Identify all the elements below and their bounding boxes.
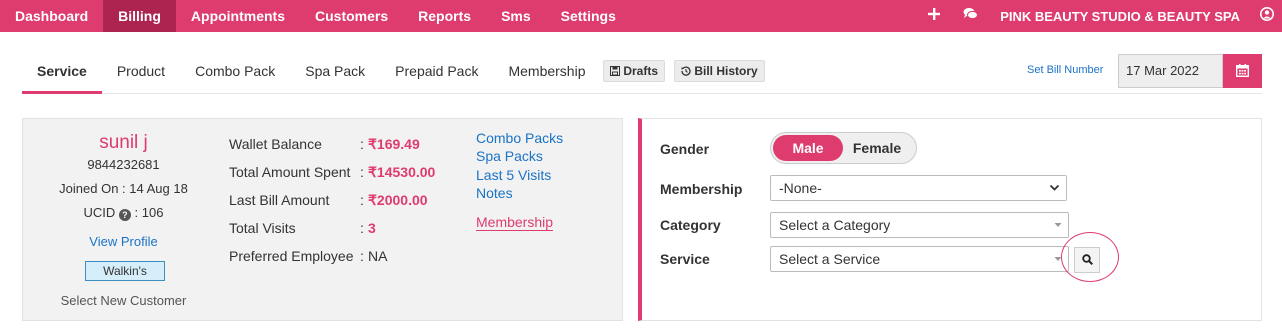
total-spent-value: ₹14530.00: [368, 164, 435, 181]
rupee-symbol: ₹: [368, 164, 377, 180]
nav-reports[interactable]: Reports: [403, 0, 486, 32]
view-profile-link[interactable]: View Profile: [23, 234, 224, 249]
user-icon[interactable]: [1252, 6, 1282, 26]
customer-phone: 9844232681: [87, 157, 160, 172]
service-select[interactable]: Select a Service: [770, 246, 1069, 272]
save-icon: [610, 62, 620, 82]
category-label: Category: [660, 217, 721, 233]
gender-label: Gender: [660, 141, 710, 157]
membership-select[interactable]: -None-: [770, 175, 1067, 201]
colon: :: [360, 136, 364, 152]
last-visits-link[interactable]: Last 5 Visits: [476, 167, 551, 183]
last-bill-amount: 2000.00: [376, 192, 428, 208]
nav-dashboard[interactable]: Dashboard: [0, 0, 103, 32]
tab-service[interactable]: Service: [22, 50, 102, 94]
select-new-customer-link[interactable]: Select New Customer: [23, 293, 224, 308]
highlight-ring: [1061, 232, 1119, 282]
nav-customers[interactable]: Customers: [300, 0, 403, 32]
set-bill-number-link[interactable]: Set Bill Number: [1027, 64, 1103, 76]
gender-toggle: Male Female: [770, 132, 917, 164]
category-select[interactable]: Select a Category: [770, 212, 1069, 238]
total-visits-label: Total Visits: [229, 220, 296, 236]
category-placeholder: Select a Category: [779, 217, 891, 233]
nav-right: PINK BEAUTY STUDIO & BEAUTY SPA: [916, 0, 1282, 32]
membership-selected-value: -None-: [779, 180, 822, 196]
tab-spa-pack[interactable]: Spa Pack: [290, 50, 380, 92]
drafts-label: Drafts: [623, 64, 659, 78]
customer-joined: Joined On : 14 Aug 18: [59, 181, 188, 196]
tab-prepaid-pack[interactable]: Prepaid Pack: [380, 50, 493, 92]
membership-link[interactable]: Membership: [476, 214, 554, 231]
wallet-balance-label: Wallet Balance: [229, 136, 322, 152]
colon: :: [360, 192, 364, 208]
customer-tag-badge: Walkin's: [85, 261, 165, 281]
caret-down-icon: [1054, 213, 1062, 247]
history-icon: [681, 62, 691, 82]
wallet-amount: 169.49: [376, 136, 420, 152]
last-bill-label: Last Bill Amount: [229, 192, 330, 208]
bill-date-field[interactable]: 17 Mar 2022: [1118, 54, 1223, 88]
preferred-employee-label: Preferred Employee: [229, 248, 354, 264]
rupee-symbol: ₹: [368, 136, 377, 152]
combo-packs-link[interactable]: Combo Packs: [476, 130, 563, 146]
ucid-label: UCID: [83, 205, 116, 220]
rupee-symbol: ₹: [368, 192, 377, 208]
tab-product[interactable]: Product: [102, 50, 180, 92]
service-placeholder: Select a Service: [779, 251, 881, 267]
salon-name[interactable]: PINK BEAUTY STUDIO & BEAUTY SPA: [988, 9, 1252, 24]
customer-panel: sunil j 9844232681 Joined On : 14 Aug 18…: [22, 118, 623, 321]
nav-settings[interactable]: Settings: [546, 0, 631, 32]
preferred-employee-value: NA: [368, 248, 388, 264]
bill-history-label: Bill History: [694, 64, 758, 78]
plus-icon[interactable]: [916, 7, 952, 25]
calendar-icon: [1235, 55, 1250, 89]
calendar-button[interactable]: [1223, 54, 1262, 88]
colon: :: [360, 220, 364, 236]
ucid-value: : 106: [134, 205, 164, 220]
gender-male-option[interactable]: Male: [773, 135, 843, 161]
service-label: Service: [660, 251, 710, 267]
spa-packs-link[interactable]: Spa Packs: [476, 148, 543, 164]
customer-name: sunil j: [99, 132, 148, 153]
last-bill-value: ₹2000.00: [368, 192, 428, 209]
top-nav: Dashboard Billing Appointments Customers…: [0, 0, 1282, 32]
total-visits-value: 3: [368, 220, 376, 236]
nav-sms[interactable]: Sms: [486, 0, 546, 32]
help-icon[interactable]: ?: [118, 209, 131, 221]
drafts-button[interactable]: Drafts: [603, 60, 666, 82]
tab-membership[interactable]: Membership: [493, 50, 600, 92]
customer-ucid: UCID ? : 106: [23, 205, 224, 221]
bill-history-button[interactable]: Bill History: [674, 60, 765, 82]
tab-combo-pack[interactable]: Combo Pack: [180, 50, 290, 92]
service-form-panel: Gender Male Female Membership -None- Cat…: [638, 118, 1262, 321]
gender-female-option[interactable]: Female: [843, 135, 911, 161]
colon: :: [360, 248, 364, 264]
nav-billing[interactable]: Billing: [103, 0, 176, 32]
spent-amount: 14530.00: [376, 164, 436, 180]
wallet-balance-value: ₹169.49: [368, 136, 420, 153]
nav-appointments[interactable]: Appointments: [176, 0, 300, 32]
notes-link[interactable]: Notes: [476, 185, 513, 201]
chat-icon[interactable]: [952, 7, 988, 25]
colon: :: [360, 164, 364, 180]
total-spent-label: Total Amount Spent: [229, 164, 351, 180]
membership-label: Membership: [660, 181, 743, 197]
chevron-down-icon: [1049, 176, 1060, 210]
